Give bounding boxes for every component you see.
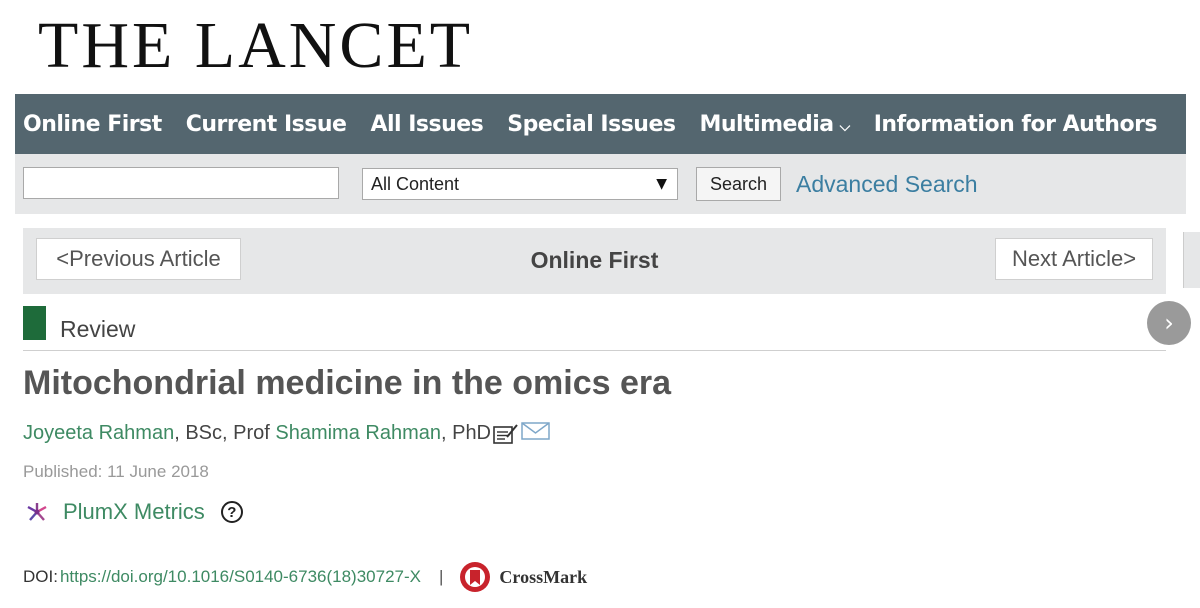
author2-suffix: , PhD <box>440 422 492 444</box>
main-nav: Online First Current Issue All Issues Sp… <box>15 94 1186 154</box>
article-pager: <Previous Article Online First Next Arti… <box>23 228 1166 294</box>
crossmark-badge[interactable]: CrossMark <box>459 561 587 593</box>
author-link-1[interactable]: Joyeeta Rahman <box>23 422 174 445</box>
search-input[interactable] <box>23 167 339 199</box>
doi-row: DOI: https://doi.org/10.1016/S0140-6736(… <box>23 561 587 593</box>
nav-multimedia-label: Multimedia <box>699 111 834 137</box>
doi-label: DOI: <box>23 567 58 586</box>
divider <box>23 350 1166 351</box>
search-scope-select[interactable]: All Content ▼ <box>362 168 678 200</box>
author-link-2[interactable]: Shamima Rahman <box>275 422 441 445</box>
search-bar: All Content ▼ Search Advanced Search <box>15 154 1186 214</box>
published-date: Published: 11 June 2018 <box>23 462 209 481</box>
nav-current-issue[interactable]: Current Issue <box>186 112 347 137</box>
side-panel-tab[interactable] <box>1183 232 1200 288</box>
chevron-right-icon[interactable]: › <box>1147 301 1191 345</box>
help-icon[interactable]: ? <box>220 501 243 523</box>
nav-information-for-authors[interactable]: Information for Authors <box>874 112 1158 137</box>
search-button[interactable]: Search <box>696 167 781 201</box>
author-list: Joyeeta Rahman , BSc, Prof Shamima Rahma… <box>23 421 551 445</box>
plumx-icon <box>27 503 47 521</box>
chevron-down-icon: ⌵ <box>839 118 851 135</box>
crossmark-icon <box>460 562 491 592</box>
doi-link[interactable]: https://doi.org/10.1016/S0140-6736(18)30… <box>60 567 421 587</box>
nav-special-issues[interactable]: Special Issues <box>507 112 676 137</box>
article-type-label: Review <box>60 316 136 342</box>
plumx-metrics[interactable]: PlumX Metrics ? <box>23 498 243 526</box>
lancet-logo[interactable]: THE LANCET <box>38 8 473 84</box>
nav-all-issues[interactable]: All Issues <box>370 112 483 137</box>
nav-online-first[interactable]: Online First <box>23 112 162 137</box>
email-icon[interactable] <box>521 421 551 441</box>
article-type-marker <box>23 306 46 340</box>
plumx-label[interactable]: PlumX Metrics <box>63 499 205 525</box>
advanced-search-link[interactable]: Advanced Search <box>796 168 978 200</box>
author1-suffix: , BSc, Prof <box>174 422 276 444</box>
article-title: Mitochondrial medicine in the omics era <box>23 364 672 402</box>
search-scope-value: All Content <box>371 173 460 194</box>
crossmark-label: CrossMark <box>499 566 588 587</box>
nav-multimedia[interactable]: Multimedia ⌵ <box>699 111 851 137</box>
corresponding-author-icon[interactable] <box>493 423 519 445</box>
dropdown-arrow-icon: ▼ <box>656 176 667 192</box>
next-article-button[interactable]: Next Article> <box>995 238 1153 280</box>
doi-separator: | <box>439 567 444 586</box>
